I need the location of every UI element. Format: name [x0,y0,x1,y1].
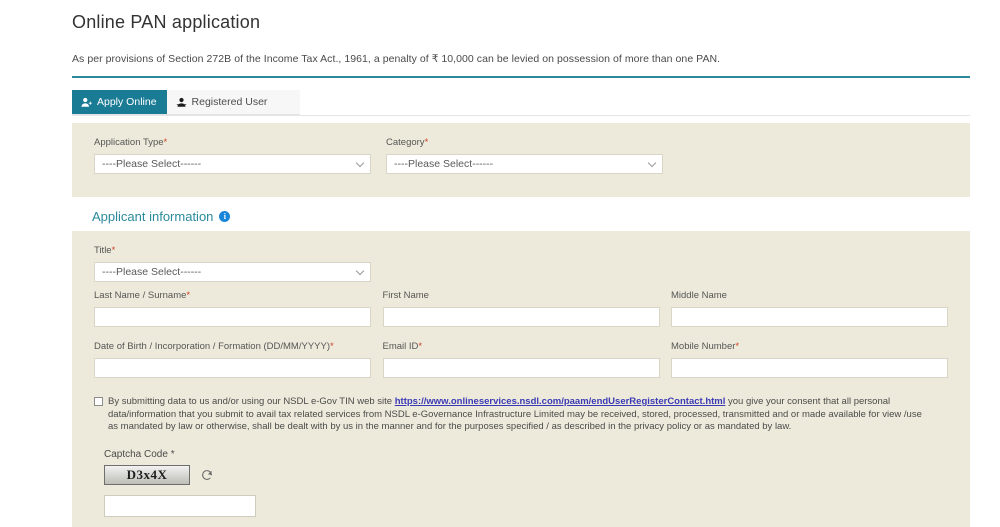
field-last-name: Last Name / Surname* [94,290,371,327]
tab-apply-online[interactable]: Apply Online [72,90,167,114]
page-content: Online PAN application As per provisions… [72,0,970,527]
application-type-label: Application Type* [94,137,168,148]
middle-name-input[interactable] [671,307,948,327]
email-input[interactable] [382,358,660,378]
required-marker: * [330,341,334,352]
field-application-type: Application Type* ----Please Select-----… [94,137,371,174]
application-type-row: Application Type* ----Please Select-----… [94,137,948,174]
field-middle-name: Middle Name [671,290,948,327]
category-select-wrap: ----Please Select------ [386,154,663,174]
required-marker: * [418,341,423,352]
required-marker: * [163,137,168,148]
page-title: Online PAN application [72,12,261,32]
info-icon[interactable]: i [219,211,231,222]
title-label: Title* [94,245,116,256]
user-check-icon [176,97,187,108]
field-mobile-number: Mobile Number* [671,341,948,378]
required-marker: * [111,245,116,256]
captcha-block: Captcha Code * D3x4X [94,449,948,517]
name-row: Last Name / Surname* First Name Middle N… [94,290,948,327]
applicant-information-label: Applicant information [92,209,214,224]
consent-checkbox[interactable] [94,397,103,406]
column-gap [660,341,672,378]
captcha-line: D3x4X [104,464,948,485]
application-type-select-wrap: ----Please Select------ [94,154,371,174]
first-name-label: First Name [382,290,429,301]
tab-bar-underline [72,115,970,116]
application-type-panel: Application Type* ----Please Select-----… [72,123,970,197]
field-category: Category* ----Please Select------ [386,137,663,174]
tab-registered-user-label: Registered User [191,96,268,108]
header-divider [72,76,970,78]
captcha-label: Captcha Code * [104,448,175,460]
application-type-select[interactable]: ----Please Select------ [94,154,371,174]
date-of-birth-input[interactable] [94,358,371,378]
field-first-name: First Name [382,290,660,327]
column-gap [660,290,672,327]
user-add-icon [81,97,92,108]
consent-text: By submitting data to us and/or using ou… [108,396,926,434]
column-gap [371,341,383,378]
dob-contact-row: Date of Birth / Incorporation / Formatio… [94,341,948,378]
tab-apply-online-label: Apply Online [97,96,157,108]
mobile-number-label: Mobile Number* [671,341,740,352]
field-date-of-birth: Date of Birth / Incorporation / Formatio… [94,341,371,378]
mobile-number-input[interactable] [671,358,948,378]
penalty-notice: As per provisions of Section 272B of the… [72,53,721,65]
middle-name-label: Middle Name [671,290,727,301]
consent-text-before: By submitting data to us and/or using ou… [108,396,395,407]
last-name-label: Last Name / Surname* [94,290,191,301]
email-label: Email ID* [382,341,423,352]
applicant-information-heading: Applicant information i [72,197,970,231]
nsdl-consent-link[interactable]: https://www.onlineservices.nsdl.com/paam… [395,396,726,407]
category-select[interactable]: ----Please Select------ [386,154,663,174]
title-select[interactable]: ----Please Select------ [94,262,371,282]
refresh-icon[interactable] [200,468,214,482]
last-name-input[interactable] [94,307,371,327]
first-name-input[interactable] [382,307,660,327]
column-gap [371,290,383,327]
tab-registered-user[interactable]: Registered User [167,90,278,114]
field-email: Email ID* [382,341,660,378]
captcha-image: D3x4X [104,464,190,485]
required-marker: * [186,290,191,301]
title-select-wrap: ----Please Select------ [94,262,371,282]
consent-row: By submitting data to us and/or using ou… [94,396,948,434]
captcha-input[interactable] [104,494,256,517]
tab-bar: Apply Online Registered User [72,90,300,115]
page-root: Online PAN application As per provisions… [0,0,1000,527]
field-title: Title* ----Please Select------ [94,245,948,282]
category-label: Category* [386,137,429,148]
column-gap [371,137,386,174]
required-marker: * [424,137,429,148]
date-of-birth-label: Date of Birth / Incorporation / Formatio… [94,341,334,352]
required-marker: * [735,341,740,352]
applicant-information-panel: Title* ----Please Select------ Last Name… [72,231,970,527]
